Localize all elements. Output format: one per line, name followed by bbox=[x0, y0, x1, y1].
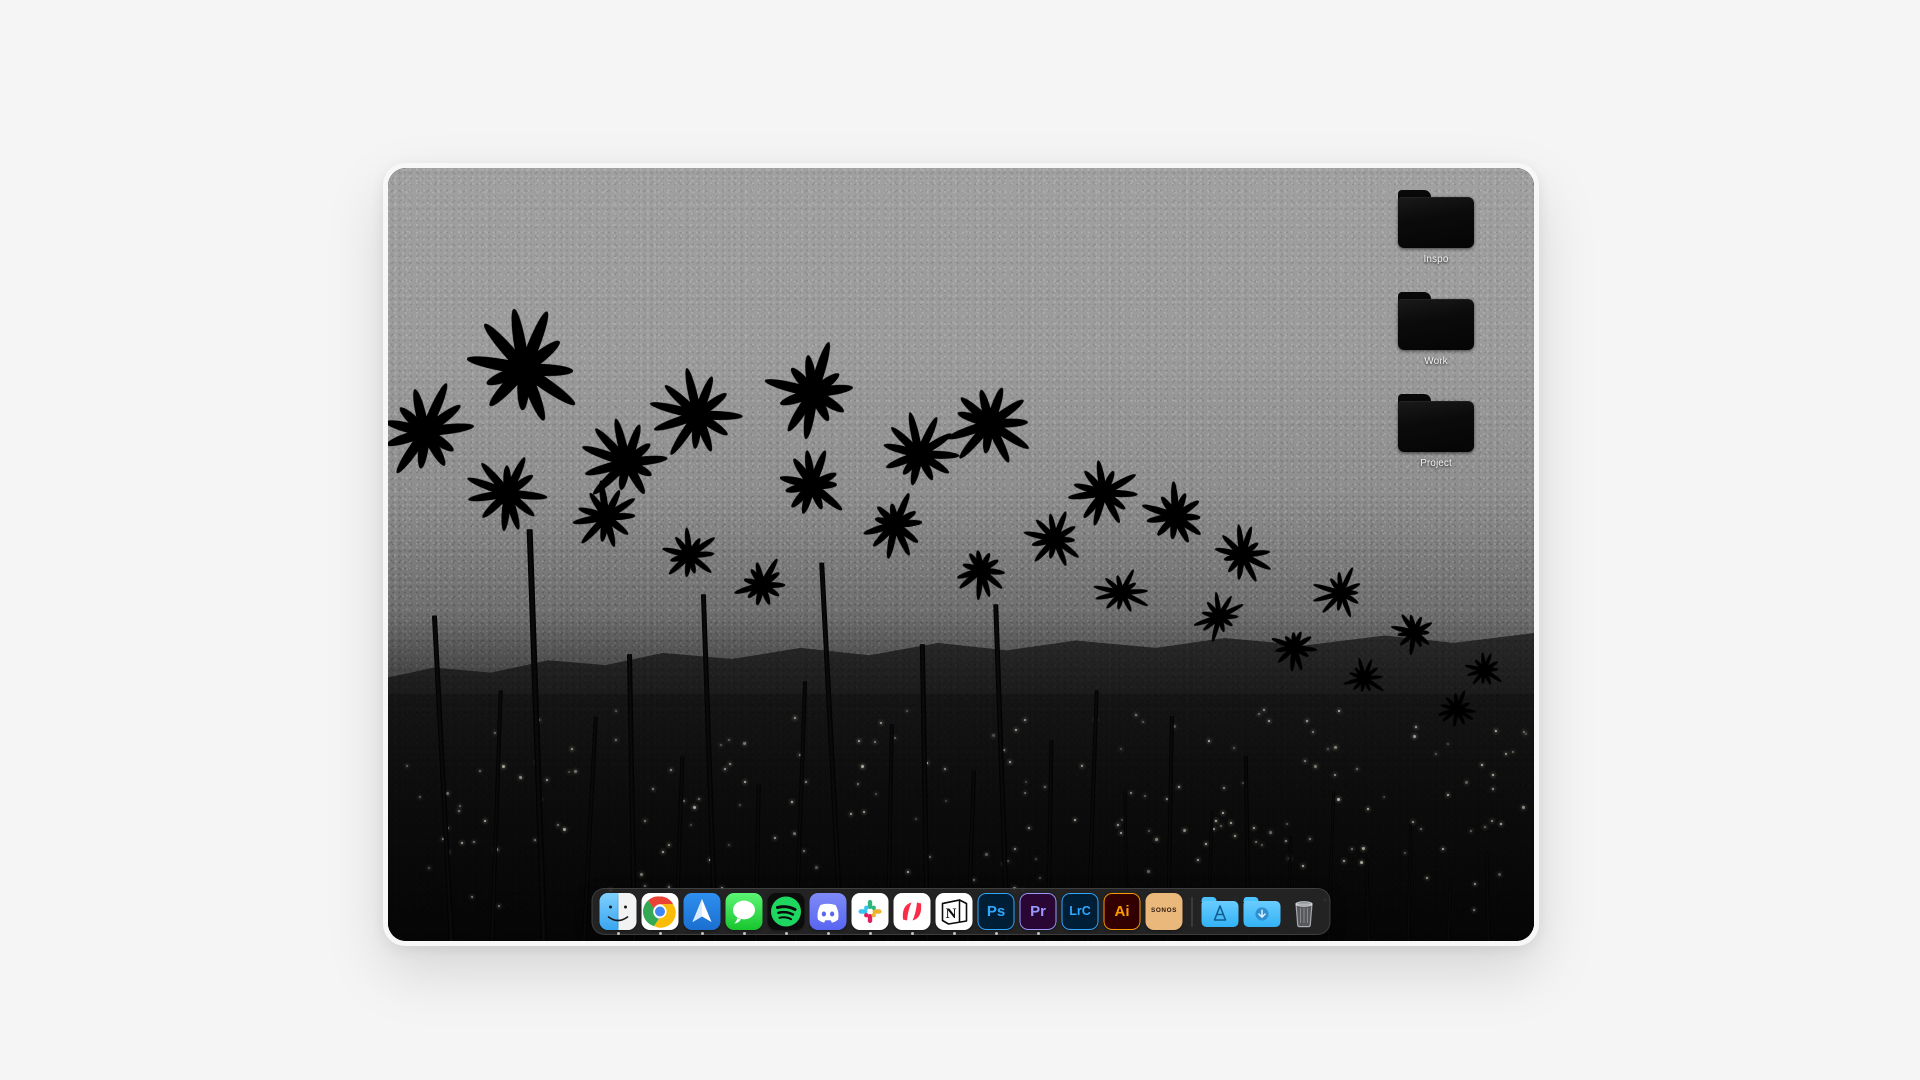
dock-running-indicator bbox=[911, 932, 914, 935]
dock-item-spotify[interactable] bbox=[768, 893, 805, 930]
dock-item-sonos[interactable]: SONOS bbox=[1146, 893, 1183, 930]
discord-icon bbox=[810, 893, 847, 930]
dock-item-spark[interactable] bbox=[684, 893, 721, 930]
dock-running-indicator bbox=[953, 932, 956, 935]
dock-item-news[interactable] bbox=[894, 893, 931, 930]
dock-running-indicator bbox=[995, 932, 998, 935]
dock-item-illustrator[interactable]: Ai bbox=[1104, 893, 1141, 930]
dock-running-indicator bbox=[701, 932, 704, 935]
downloads-folder-icon bbox=[1244, 893, 1281, 930]
illustrator-icon: Ai bbox=[1104, 893, 1141, 930]
desktop-folder-label: Project bbox=[1384, 457, 1488, 470]
folder-icon bbox=[1398, 190, 1474, 248]
folder-icon bbox=[1398, 394, 1474, 452]
apple-news-icon bbox=[894, 893, 931, 930]
finder-icon bbox=[600, 893, 637, 930]
dock-item-premiere[interactable]: Pr bbox=[1020, 893, 1057, 930]
dock-item-downloads-folder[interactable] bbox=[1244, 893, 1281, 930]
desktop-folder-label: Work bbox=[1384, 355, 1488, 368]
dock-item-finder[interactable] bbox=[600, 893, 637, 930]
messages-icon bbox=[726, 893, 763, 930]
notion-icon: N bbox=[936, 893, 973, 930]
dock-item-applications-folder[interactable] bbox=[1202, 893, 1239, 930]
desktop-folder-work[interactable]: Work bbox=[1384, 292, 1488, 368]
desktop-folder-project[interactable]: Project bbox=[1384, 394, 1488, 470]
sonos-icon: SONOS bbox=[1146, 893, 1183, 930]
dock-item-photoshop[interactable]: Ps bbox=[978, 893, 1015, 930]
dock-item-chrome[interactable] bbox=[642, 893, 679, 930]
trash-icon bbox=[1286, 893, 1323, 930]
wallpaper-grain-texture bbox=[388, 168, 1534, 941]
dock-item-slack[interactable] bbox=[852, 893, 889, 930]
desktop-wallpaper bbox=[388, 168, 1534, 941]
desktop-icon-column: Inspo Work Project bbox=[1384, 190, 1488, 496]
dock-running-indicator bbox=[743, 932, 746, 935]
spark-mail-icon bbox=[684, 893, 721, 930]
spotify-icon bbox=[768, 893, 805, 930]
dock-running-indicator bbox=[785, 932, 788, 935]
dock-running-indicator bbox=[659, 932, 662, 935]
laptop-device-frame: Inspo Work Project N Ps Pr LrC Ai SONOS bbox=[383, 163, 1539, 946]
slack-icon bbox=[852, 893, 889, 930]
desktop-folder-inspo[interactable]: Inspo bbox=[1384, 190, 1488, 266]
dock-item-messages[interactable] bbox=[726, 893, 763, 930]
dock[interactable]: N Ps Pr LrC Ai SONOS bbox=[592, 888, 1331, 935]
dock-running-indicator bbox=[827, 932, 830, 935]
lightroom-icon: LrC bbox=[1062, 893, 1099, 930]
dock-separator bbox=[1192, 897, 1193, 927]
applications-folder-icon bbox=[1202, 893, 1239, 930]
folder-icon bbox=[1398, 292, 1474, 350]
dock-running-indicator bbox=[1037, 932, 1040, 935]
screenshot-root: Inspo Work Project N Ps Pr LrC Ai SONOS bbox=[0, 0, 1920, 1080]
desktop-folder-label: Inspo bbox=[1384, 253, 1488, 266]
dock-running-indicator bbox=[617, 932, 620, 935]
dock-item-notion[interactable]: N bbox=[936, 893, 973, 930]
chrome-icon bbox=[642, 893, 679, 930]
svg-text:N: N bbox=[946, 906, 957, 922]
dock-item-lightroom[interactable]: LrC bbox=[1062, 893, 1099, 930]
laptop-screen: Inspo Work Project N Ps Pr LrC Ai SONOS bbox=[388, 168, 1534, 941]
dock-running-indicator bbox=[869, 932, 872, 935]
dock-item-discord[interactable] bbox=[810, 893, 847, 930]
photoshop-icon: Ps bbox=[978, 893, 1015, 930]
premiere-icon: Pr bbox=[1020, 893, 1057, 930]
dock-item-trash[interactable] bbox=[1286, 893, 1323, 930]
